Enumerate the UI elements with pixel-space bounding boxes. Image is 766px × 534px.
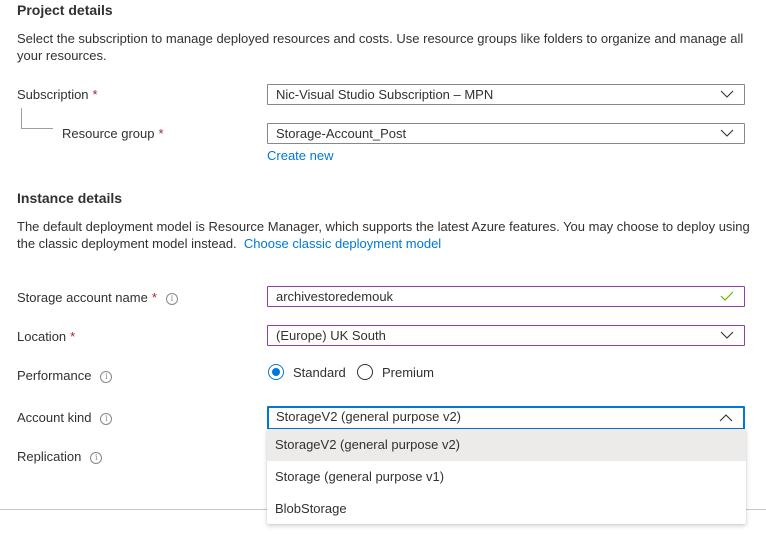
instance-details-description: The default deployment model is Resource… xyxy=(17,218,750,252)
subscription-select[interactable]: Nic-Visual Studio Subscription – MPN xyxy=(267,84,745,105)
description-line-2-text: the classic deployment model instead. xyxy=(17,236,237,251)
info-icon[interactable]: i xyxy=(165,293,178,305)
checkmark-icon xyxy=(720,291,734,301)
create-new-link[interactable]: Create new xyxy=(267,148,333,163)
chevron-down-icon xyxy=(720,331,734,339)
required-asterisk: * xyxy=(158,126,164,141)
resource-group-value: Storage-Account_Post xyxy=(276,126,407,141)
chevron-down-icon xyxy=(720,129,734,137)
account-kind-label-text: Account kind xyxy=(17,410,92,425)
chevron-up-icon xyxy=(719,414,733,422)
project-details-heading: Project details xyxy=(17,2,113,18)
location-label-text: Location xyxy=(17,329,67,344)
subscription-label-text: Subscription xyxy=(17,87,89,102)
storage-account-name-label-text: Storage account name xyxy=(17,290,148,305)
account-kind-option[interactable]: Storage (general purpose v1) xyxy=(267,461,746,493)
resource-group-label: Resource group * xyxy=(62,126,164,141)
replication-label: Replication i xyxy=(17,449,103,464)
chevron-down-icon xyxy=(720,90,734,98)
required-asterisk: * xyxy=(151,290,157,305)
performance-standard-radio[interactable] xyxy=(268,364,284,380)
account-kind-dropdown-list: StorageV2 (general purpose v2) Storage (… xyxy=(267,429,746,524)
account-kind-option[interactable]: StorageV2 (general purpose v2) xyxy=(267,429,746,461)
description-line-2: your resources. xyxy=(17,48,107,63)
resource-group-label-text: Resource group xyxy=(62,126,155,141)
location-value: (Europe) UK South xyxy=(276,328,386,343)
storage-account-name-label: Storage account name * i xyxy=(17,290,178,305)
description-line-1: The default deployment model is Resource… xyxy=(17,219,750,234)
account-kind-select[interactable]: StorageV2 (general purpose v2) xyxy=(267,406,745,430)
location-select[interactable]: (Europe) UK South xyxy=(267,325,745,346)
replication-label-text: Replication xyxy=(17,449,82,464)
project-details-description: Select the subscription to manage deploy… xyxy=(17,30,743,64)
storage-account-name-value: archivestoredemouk xyxy=(276,289,394,304)
performance-standard-label[interactable]: Standard xyxy=(293,365,346,380)
description-line-1: Select the subscription to manage deploy… xyxy=(17,31,744,46)
choose-classic-deployment-link[interactable]: Choose classic deployment model xyxy=(244,236,441,251)
account-kind-option[interactable]: BlobStorage xyxy=(267,493,746,525)
location-label: Location * xyxy=(17,329,75,344)
performance-premium-radio[interactable] xyxy=(357,364,373,380)
performance-label: Performance i xyxy=(17,368,113,383)
tree-connector-horizontal xyxy=(21,128,53,129)
info-icon[interactable]: i xyxy=(100,413,113,425)
info-icon[interactable]: i xyxy=(100,371,113,383)
storage-account-name-input[interactable]: archivestoredemouk xyxy=(267,286,745,307)
info-icon[interactable]: i xyxy=(90,452,103,464)
subscription-value: Nic-Visual Studio Subscription – MPN xyxy=(276,87,494,102)
performance-premium-label[interactable]: Premium xyxy=(382,365,434,380)
description-line-2: the classic deployment model instead. Ch… xyxy=(17,235,750,252)
resource-group-select[interactable]: Storage-Account_Post xyxy=(267,123,745,144)
subscription-label: Subscription * xyxy=(17,87,98,102)
account-kind-value: StorageV2 (general purpose v2) xyxy=(276,409,462,424)
performance-label-text: Performance xyxy=(17,368,92,383)
required-asterisk: * xyxy=(92,87,98,102)
instance-details-heading: Instance details xyxy=(17,190,123,206)
required-asterisk: * xyxy=(70,329,76,344)
account-kind-label: Account kind i xyxy=(17,410,113,425)
tree-connector-vertical xyxy=(21,108,22,128)
